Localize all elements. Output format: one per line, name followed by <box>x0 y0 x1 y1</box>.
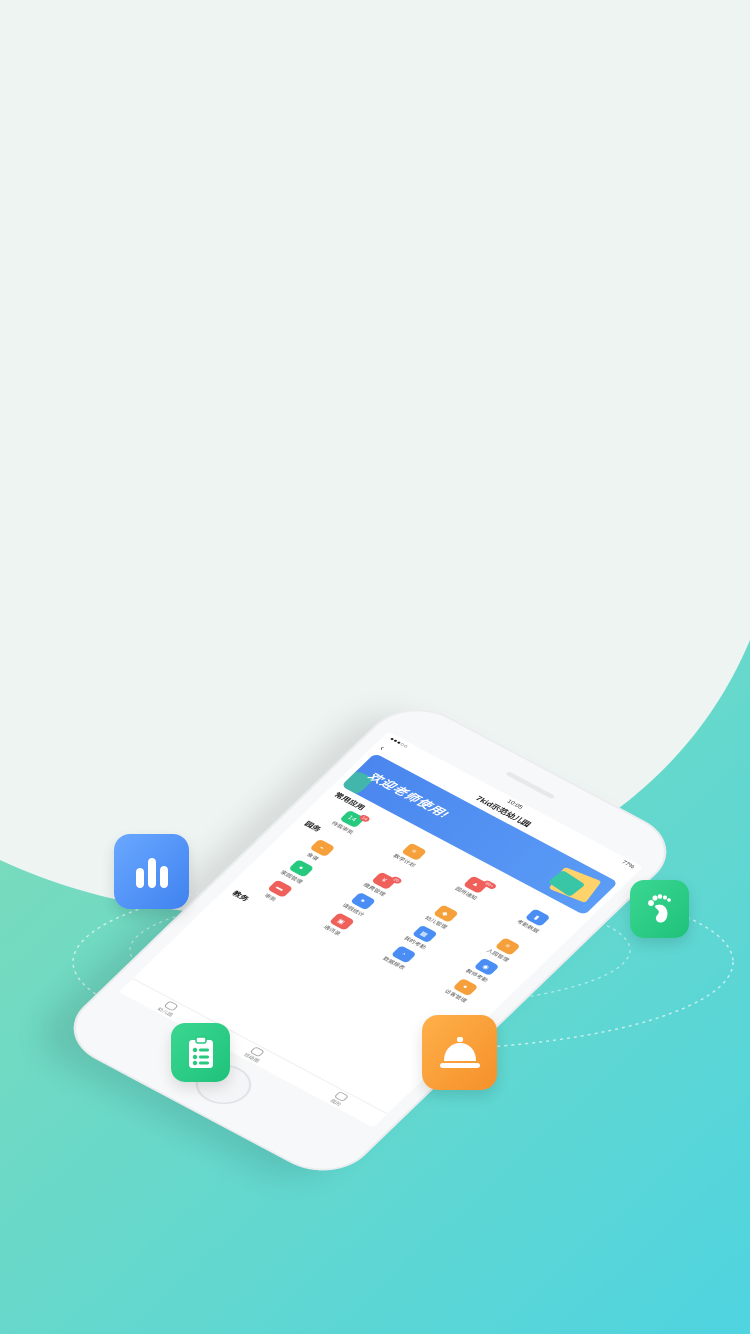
clipboard-checklist-icon <box>171 1023 230 1082</box>
footprint-icon <box>630 880 689 938</box>
service-bell-icon <box>422 1015 497 1090</box>
tab-kindergarten[interactable]: 幼儿园 <box>156 999 182 1018</box>
bar-chart-icon <box>114 834 189 909</box>
promo-screen: ●●●○○ 10:05 77% ‹ 7kid示范幼儿园 欢迎老师使用! 常用应用… <box>0 0 750 1334</box>
tab-class-circle[interactable]: 班级圈 <box>242 1045 268 1064</box>
tab-mine[interactable]: 我的 <box>329 1090 350 1107</box>
phone-speaker <box>505 771 556 800</box>
